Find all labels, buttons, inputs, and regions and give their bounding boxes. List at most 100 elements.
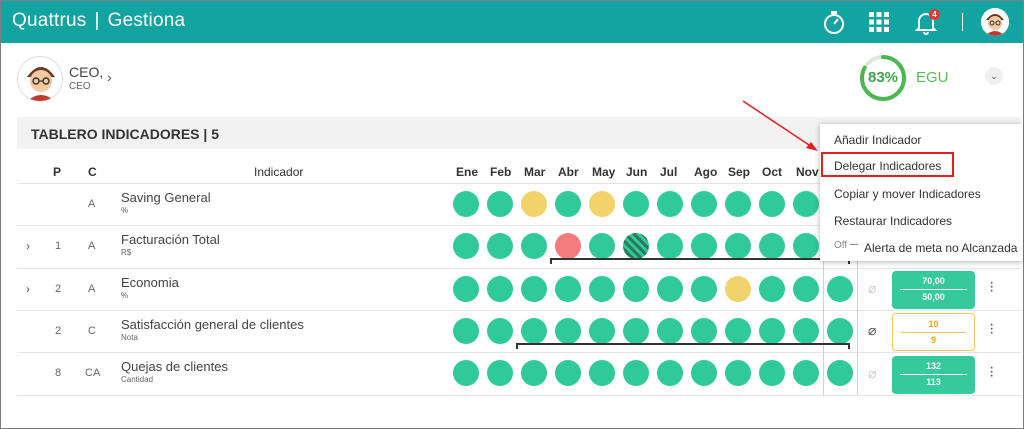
status-dot[interactable] [725, 191, 751, 217]
status-dot[interactable] [759, 276, 785, 302]
menu-item-copy-move-indicators[interactable]: Copiar y mover Indicadores [834, 187, 981, 201]
status-dot[interactable] [521, 191, 547, 217]
indicator-name[interactable]: Quejas de clientes [121, 359, 228, 374]
status-dot[interactable] [725, 276, 751, 302]
status-dot[interactable] [657, 318, 683, 344]
status-dot[interactable] [453, 233, 479, 259]
status-dot[interactable] [793, 191, 819, 217]
apps-grid-icon[interactable] [864, 7, 894, 37]
indicator-name[interactable]: Facturación Total [121, 232, 220, 247]
status-dot[interactable] [827, 318, 853, 344]
brand-separator: | [94, 10, 100, 31]
status-dot[interactable] [589, 276, 615, 302]
status-dot[interactable] [589, 318, 615, 344]
status-dot[interactable] [657, 360, 683, 386]
status-dot[interactable] [691, 276, 717, 302]
status-dot[interactable] [793, 276, 819, 302]
user-role: CEO, [69, 64, 104, 80]
status-dot[interactable] [453, 360, 479, 386]
status-dot[interactable] [453, 318, 479, 344]
user-subtitle: CEO [69, 81, 91, 92]
toggle-switch[interactable] [850, 244, 858, 245]
toggle-state[interactable]: Off [834, 240, 847, 251]
menu-item-restore-indicators[interactable]: Restaurar Indicadores [834, 214, 952, 228]
paperclip-icon[interactable]: ⌀ [868, 280, 876, 297]
menu-item-goal-alert[interactable]: Alerta de meta no Alcanzada [864, 241, 1017, 255]
status-dot[interactable] [691, 318, 717, 344]
status-dot[interactable] [487, 318, 513, 344]
divider [823, 260, 824, 395]
status-dot[interactable] [555, 318, 581, 344]
status-dot[interactable] [759, 233, 785, 259]
column-header-month: Ene [456, 165, 479, 179]
column-header-c: C [88, 165, 97, 179]
status-dot[interactable] [623, 191, 649, 217]
kebab-menu-icon[interactable]: · · · [989, 317, 997, 341]
status-dot[interactable] [759, 360, 785, 386]
notification-badge: 4 [929, 9, 940, 20]
status-dot[interactable] [691, 360, 717, 386]
status-dot[interactable] [521, 360, 547, 386]
chevron-down-icon[interactable]: ⌄ [985, 67, 1003, 85]
status-dot[interactable] [623, 276, 649, 302]
brand-title[interactable]: Quattrus | Gestiona [12, 10, 185, 32]
status-dot[interactable] [487, 191, 513, 217]
status-dot[interactable] [453, 191, 479, 217]
status-dot[interactable] [589, 360, 615, 386]
stopwatch-icon[interactable] [819, 7, 849, 37]
status-dot[interactable] [555, 276, 581, 302]
target-card[interactable]: 132 113 [892, 356, 975, 394]
status-dot[interactable] [487, 276, 513, 302]
chevron-right-icon[interactable]: › [26, 282, 30, 296]
status-dot[interactable] [555, 360, 581, 386]
status-dot[interactable] [589, 191, 615, 217]
indicator-name[interactable]: Saving General [121, 190, 211, 205]
status-dot[interactable] [589, 233, 615, 259]
status-dot[interactable] [725, 233, 751, 259]
status-dot[interactable] [657, 191, 683, 217]
status-dot[interactable] [521, 276, 547, 302]
chevron-right-icon[interactable]: › [107, 69, 112, 85]
status-dot[interactable] [623, 360, 649, 386]
status-dot[interactable] [759, 318, 785, 344]
target-card[interactable]: 70,00 50,00 [892, 271, 975, 309]
status-dot[interactable] [657, 276, 683, 302]
status-dot[interactable] [487, 233, 513, 259]
period-bracket [516, 343, 850, 349]
paperclip-icon[interactable]: ⌀ [868, 365, 876, 382]
kebab-menu-icon[interactable]: · · · [989, 275, 997, 299]
kebab-menu-icon[interactable]: · · · [989, 360, 997, 384]
column-header-month: Feb [490, 165, 512, 179]
column-header-month: Oct [762, 165, 783, 179]
chevron-right-icon[interactable]: › [26, 239, 30, 253]
status-dot[interactable] [623, 233, 649, 259]
target-card[interactable]: 10 9 [892, 313, 975, 351]
indicator-name[interactable]: Satisfacción general de clientes [121, 317, 304, 332]
target-value: 10 [928, 319, 939, 329]
status-dot[interactable] [827, 360, 853, 386]
status-dot[interactable] [793, 318, 819, 344]
status-dot[interactable] [521, 233, 547, 259]
menu-item-add-indicator[interactable]: Añadir Indicador [834, 133, 921, 147]
row-category: A [88, 198, 96, 210]
status-dot[interactable] [759, 191, 785, 217]
status-dot[interactable] [555, 233, 581, 259]
status-dot[interactable] [793, 233, 819, 259]
status-dot[interactable] [555, 191, 581, 217]
status-dot[interactable] [487, 360, 513, 386]
status-dot[interactable] [691, 191, 717, 217]
menu-item-delegate-indicators[interactable]: Delegar Indicadores [834, 159, 941, 173]
status-dot[interactable] [725, 360, 751, 386]
status-dot[interactable] [453, 276, 479, 302]
status-dot[interactable] [623, 318, 649, 344]
avatar[interactable] [981, 8, 1009, 36]
status-dot[interactable] [657, 233, 683, 259]
status-dot[interactable] [691, 233, 717, 259]
status-dot[interactable] [521, 318, 547, 344]
paperclip-icon[interactable]: ⌀ [868, 322, 876, 339]
status-dot[interactable] [725, 318, 751, 344]
status-dot[interactable] [827, 276, 853, 302]
indicator-name[interactable]: Economia [121, 275, 179, 290]
status-dot[interactable] [793, 360, 819, 386]
column-header-month: Ago [694, 165, 718, 179]
